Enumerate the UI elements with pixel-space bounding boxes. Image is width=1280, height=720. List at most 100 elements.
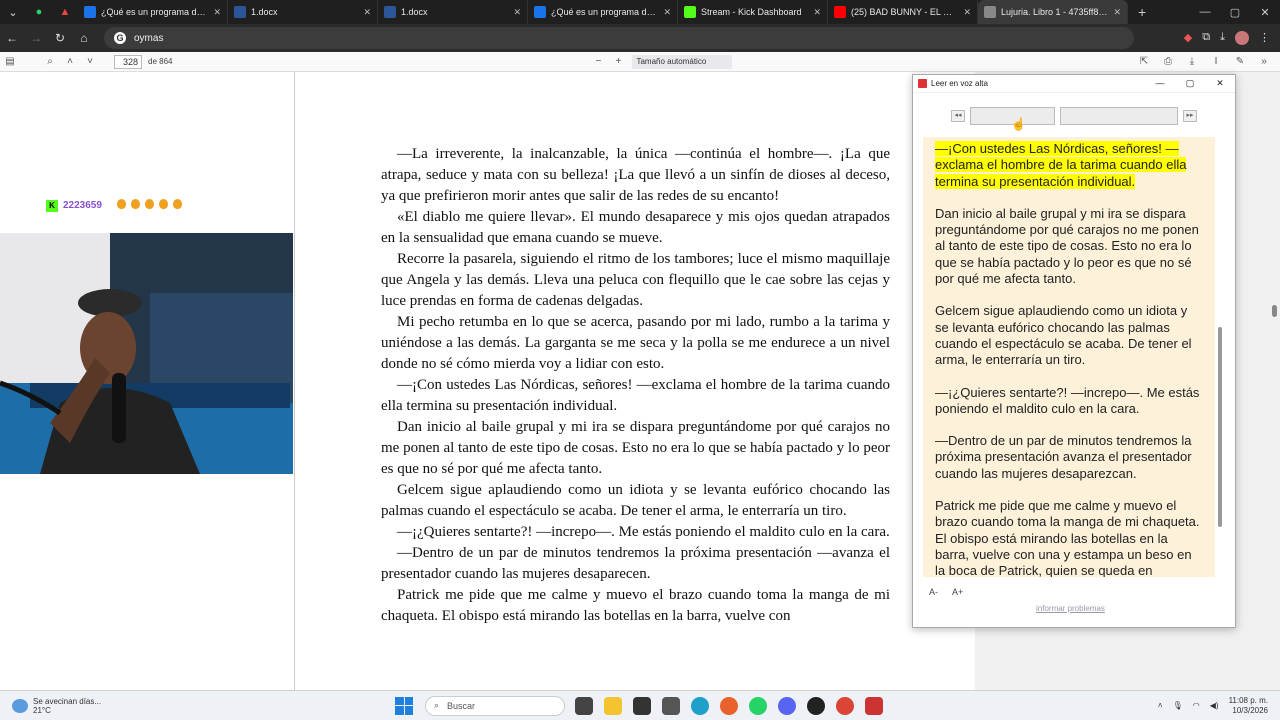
print-icon[interactable]: ⎙ xyxy=(1158,56,1178,67)
read-aloud-scroll-thumb[interactable] xyxy=(1218,327,1222,527)
tab-favicon-icon xyxy=(234,6,246,18)
tab-close-icon[interactable]: ✕ xyxy=(663,7,671,18)
viewer-count: 2223659 xyxy=(63,200,102,211)
task-view-icon[interactable] xyxy=(575,696,593,715)
address-bar[interactable]: G oymas xyxy=(104,27,1134,49)
tab-close-icon[interactable]: ✕ xyxy=(1113,7,1121,18)
draw-icon[interactable]: ✎ xyxy=(1230,56,1250,67)
document-paragraph: Recorre la pasarela, siguiendo el ritmo … xyxy=(381,251,890,309)
pinned-tab-icon[interactable]: ▲ xyxy=(52,0,78,24)
volume-icon[interactable]: ◀) xyxy=(1210,701,1219,710)
main-scrollbar-thumb[interactable] xyxy=(1272,305,1277,317)
browser-tab[interactable]: 1.docx ✕ xyxy=(378,0,528,24)
tab-close-icon[interactable]: ✕ xyxy=(963,7,971,18)
weather-widget[interactable]: Se avecinan días... 21°C xyxy=(0,697,390,715)
reload-icon[interactable]: ↻ xyxy=(48,31,72,45)
rewind-icon[interactable]: ◂◂ xyxy=(951,110,965,122)
tab-favicon-icon xyxy=(384,6,396,18)
tab-title: 1.docx xyxy=(251,7,278,17)
zoom-out-icon[interactable]: − xyxy=(588,56,608,67)
clock[interactable]: 11:08 p. m. 10/3/2026 xyxy=(1229,696,1268,716)
maximize-icon[interactable]: ▢ xyxy=(1220,6,1250,19)
back-icon[interactable]: ← xyxy=(0,31,24,45)
find-icon[interactable]: ⌕ xyxy=(40,56,60,67)
browser-tab[interactable]: 1.docx ✕ xyxy=(228,0,378,24)
read-aloud-paragraph: Gelcem sigue aplaudiendo como un idiota … xyxy=(935,303,1192,368)
read-aloud-paragraph: Dan inicio al baile grupal y mi ira se d… xyxy=(935,205,1199,287)
tab-search-chevron-icon[interactable]: ⌄ xyxy=(0,0,26,24)
tab-close-icon[interactable]: ✕ xyxy=(363,7,371,18)
browser-tab[interactable]: ¿Qué es un programa de pr ✕ xyxy=(528,0,678,24)
zoom-in-icon[interactable]: + xyxy=(608,56,628,67)
browser-tab[interactable]: Lujuria. Libro 1 - 4735ff84-a ✕ xyxy=(978,0,1128,24)
document-paragraph: —¡¿Quieres sentarte?! —increpo—. Me está… xyxy=(397,524,890,540)
start-button-icon[interactable] xyxy=(395,696,413,715)
tab-close-icon[interactable]: ✕ xyxy=(513,7,521,18)
taskbar-search[interactable]: ⌕ Buscar xyxy=(425,695,565,716)
obs-icon[interactable] xyxy=(807,696,825,715)
font-increase-button[interactable]: A+ xyxy=(952,587,963,597)
zoom-select[interactable]: Tamaño automático xyxy=(632,54,733,69)
home-icon[interactable]: ⌂ xyxy=(72,31,96,45)
pdf-page: —La irreverente, la inalcanzable, la úni… xyxy=(294,72,974,690)
fire-icon xyxy=(144,199,154,209)
tray-chevron-icon[interactable]: ˄ xyxy=(1158,701,1163,710)
file-explorer-icon[interactable] xyxy=(604,696,622,715)
stop-button[interactable] xyxy=(1060,107,1178,125)
profile-avatar[interactable] xyxy=(1235,31,1249,45)
edge-icon[interactable] xyxy=(691,696,709,715)
tab-close-icon[interactable]: ✕ xyxy=(213,7,221,18)
more-tools-icon[interactable]: » xyxy=(1254,56,1274,67)
fire-icons xyxy=(116,199,187,212)
read-aloud-paragraph: —Dentro de un par de minutos tendremos l… xyxy=(935,433,1192,481)
app-icon[interactable] xyxy=(662,696,680,715)
fast-forward-icon[interactable]: ▸▸ xyxy=(1183,110,1197,122)
download-icon[interactable]: ⤓ xyxy=(1220,31,1225,45)
weather-headline: Se avecinan días... xyxy=(33,696,102,706)
font-size-controls: A- A+ xyxy=(929,587,963,597)
system-tray: ˄ 🎙 ◠ ◀) 11:08 p. m. 10/3/2026 xyxy=(1158,696,1280,716)
font-decrease-button[interactable]: A- xyxy=(929,587,938,597)
report-problems-link[interactable]: informar problemas xyxy=(1036,604,1105,613)
new-tab-button[interactable]: + xyxy=(1128,4,1156,20)
page-number-input[interactable]: 328 xyxy=(114,54,142,69)
google-icon: G xyxy=(114,32,126,44)
forward-icon[interactable]: → xyxy=(24,31,48,45)
address-text[interactable]: oymas xyxy=(134,33,163,44)
tab-close-icon[interactable]: ✕ xyxy=(813,7,821,18)
close-icon[interactable]: ✕ xyxy=(1205,78,1235,89)
store-icon[interactable] xyxy=(633,696,651,715)
read-aloud-paragraph: Patrick me pide que me calme y muevo el … xyxy=(935,498,1200,577)
highlighted-sentence: —¡Con ustedes Las Nórdicas, señores! —ex… xyxy=(935,141,1187,189)
browser-tab[interactable]: ¿Qué es un programa de pr ✕ xyxy=(78,0,228,24)
document-text: —La irreverente, la inalcanzable, la úni… xyxy=(381,144,890,627)
browser-tab-strip: ⌄ ● ▲ ¿Qué es un programa de pr ✕ 1.docx ✕ 1… xyxy=(0,0,1280,24)
whatsapp-pinned-tab-icon[interactable]: ● xyxy=(26,0,52,24)
minimize-icon[interactable]: — xyxy=(1145,78,1175,89)
previous-page-icon[interactable]: ˄ xyxy=(60,56,80,67)
chrome-icon[interactable] xyxy=(836,696,854,715)
extension-icon[interactable]: ◆ xyxy=(1184,31,1192,45)
maximize-icon[interactable]: ▢ xyxy=(1175,78,1205,89)
menu-icon[interactable]: ⋮ xyxy=(1259,31,1270,45)
discord-icon[interactable] xyxy=(778,696,796,715)
read-aloud-scrollbar[interactable] xyxy=(1217,137,1223,577)
extensions-puzzle-icon[interactable]: ⧉ xyxy=(1202,31,1210,45)
read-aloud-window: Leer en voz alta — ▢ ✕ ◂◂ ▸▸ ☝ —¡Con ust… xyxy=(912,74,1236,628)
save-icon[interactable]: ⤓ xyxy=(1182,56,1202,67)
wifi-icon[interactable]: ◠ xyxy=(1193,701,1200,710)
firefox-icon[interactable] xyxy=(720,696,738,715)
microphone-icon[interactable]: 🎙 xyxy=(1173,701,1183,710)
text-tool-icon[interactable]: I xyxy=(1206,56,1226,67)
kick-viewer-row: K 2223659 xyxy=(46,199,187,212)
search-icon: ⌕ xyxy=(434,700,440,710)
next-page-icon[interactable]: ˅ xyxy=(80,56,100,67)
close-icon[interactable]: ✕ xyxy=(1250,6,1280,19)
sidebar-toggle-icon[interactable]: ▤ xyxy=(0,56,20,67)
app-icon[interactable] xyxy=(865,696,883,715)
browser-tab[interactable]: Stream - Kick Dashboard ✕ xyxy=(678,0,828,24)
open-file-icon[interactable]: ⇱ xyxy=(1134,56,1154,67)
whatsapp-icon[interactable] xyxy=(749,696,767,715)
minimize-icon[interactable]: — xyxy=(1190,6,1220,19)
browser-tab[interactable]: (25) BAD BUNNY - EL CLÚB ✕ xyxy=(828,0,978,24)
